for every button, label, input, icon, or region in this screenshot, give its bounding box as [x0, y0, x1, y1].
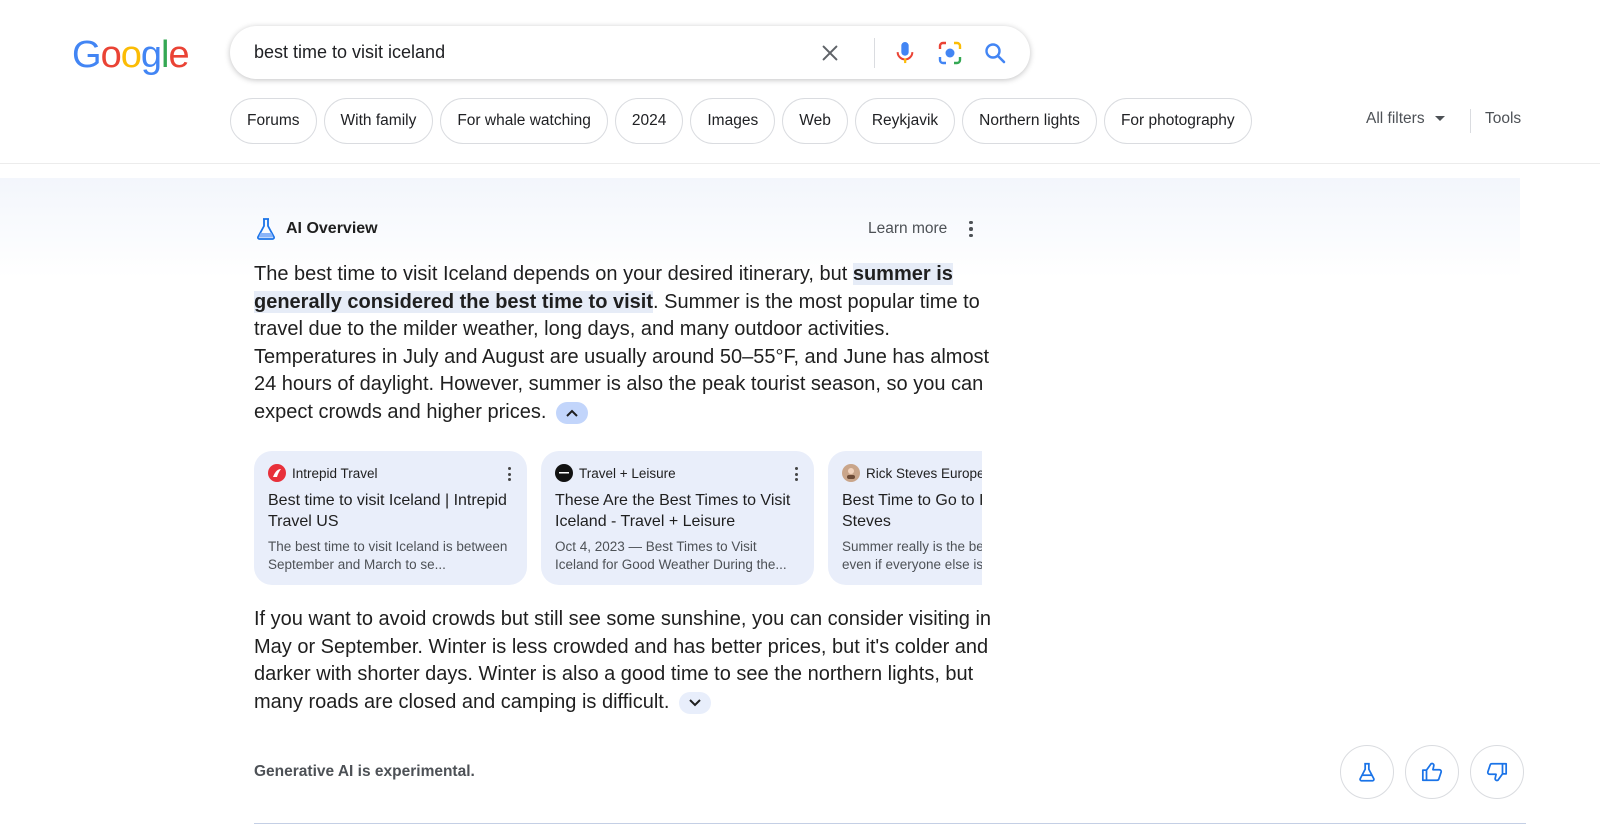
search-icon[interactable]: [980, 38, 1010, 68]
thumbs-up-icon: [1421, 762, 1443, 782]
labs-button[interactable]: [1340, 745, 1394, 799]
close-icon[interactable]: [815, 38, 845, 68]
chevron-down-icon: [689, 698, 701, 706]
search-input[interactable]: best time to visit iceland: [254, 42, 445, 63]
logo-letter: g: [140, 34, 162, 76]
para2-text: If you want to avoid crowds but still se…: [254, 608, 992, 713]
card-snippet: The best time to visit Iceland is betwee…: [268, 539, 508, 572]
thumbs-down-icon: [1486, 762, 1508, 782]
all-filters-label: All filters: [1366, 110, 1425, 127]
logo-letter: G: [72, 34, 102, 76]
card-source-name: Intrepid Travel: [292, 465, 378, 481]
generative-ai-notice: Generative AI is experimental.: [254, 763, 475, 780]
chip-reykjavik[interactable]: Reykjavik: [854, 98, 956, 144]
flask-icon: [257, 218, 275, 240]
source-cards: Intrepid Travel Best time to visit Icela…: [254, 451, 982, 585]
card-source: Rick Steves Europe: [842, 464, 982, 482]
chip-2024[interactable]: 2024: [614, 98, 684, 144]
card-menu-icon[interactable]: [795, 467, 798, 481]
microphone-icon[interactable]: [890, 38, 920, 68]
card-menu-icon[interactable]: [508, 467, 511, 481]
filters-divider: [1470, 109, 1471, 133]
collapse-button[interactable]: [555, 401, 588, 424]
para1-text: The best time to visit Iceland depends o…: [254, 263, 853, 285]
expand-button[interactable]: [678, 691, 711, 714]
chip-whale-watching[interactable]: For whale watching: [440, 98, 608, 144]
lens-icon[interactable]: [935, 38, 965, 68]
logo-letter: o: [120, 34, 142, 76]
card-source: Intrepid Travel: [268, 464, 513, 482]
card-source: Travel + Leisure: [555, 464, 800, 482]
header-divider: [0, 163, 1600, 164]
card-snippet: Oct 4, 2023 — Best Times to Visit Icelan…: [555, 539, 787, 572]
source-card[interactable]: Travel + Leisure These Are the Best Time…: [541, 451, 814, 585]
card-title[interactable]: These Are the Best Times to Visit Icelan…: [555, 490, 800, 532]
logo-letter: e: [168, 34, 189, 76]
rick-steves-favicon: [842, 464, 860, 482]
card-source-name: Travel + Leisure: [579, 465, 676, 481]
chip-with-family[interactable]: With family: [323, 98, 434, 144]
card-title[interactable]: Best Time to Go to Iceland | Rick Steves: [842, 490, 982, 532]
source-card[interactable]: Intrepid Travel Best time to visit Icela…: [254, 451, 527, 585]
flask-icon: [1359, 762, 1375, 782]
chip-photography[interactable]: For photography: [1103, 98, 1252, 144]
intrepid-favicon: [268, 464, 286, 482]
ai-overview-header: AI Overview: [254, 217, 378, 241]
thumbs-up-button[interactable]: [1405, 745, 1459, 799]
all-filters-button[interactable]: All filters: [1366, 110, 1445, 128]
chevron-up-icon: [566, 409, 578, 417]
search-divider: [874, 38, 875, 68]
chip-images[interactable]: Images: [690, 98, 776, 144]
learn-more-link[interactable]: Learn more: [868, 220, 947, 238]
caret-down-icon: [1434, 116, 1445, 121]
logo-letter: o: [100, 34, 122, 76]
source-card[interactable]: Rick Steves Europe Best Time to Go to Ic…: [828, 451, 982, 585]
logo-letter: l: [160, 34, 170, 76]
card-source-name: Rick Steves Europe: [866, 465, 982, 481]
chip-forums[interactable]: Forums: [230, 98, 317, 144]
chip-northern-lights[interactable]: Northern lights: [962, 98, 1097, 144]
thumbs-down-button[interactable]: [1470, 745, 1524, 799]
more-options-icon[interactable]: [964, 218, 978, 240]
ai-overview-paragraph-1: The best time to visit Iceland depends o…: [254, 261, 994, 427]
bottom-divider: [254, 823, 1526, 824]
travel-leisure-favicon: [555, 464, 573, 482]
tools-button[interactable]: Tools: [1485, 110, 1521, 128]
chip-web[interactable]: Web: [782, 98, 848, 144]
filter-chips: Forums With family For whale watching 20…: [230, 98, 1252, 144]
ai-overview-title: AI Overview: [286, 220, 378, 237]
search-box[interactable]: best time to visit iceland: [230, 26, 1030, 79]
google-logo[interactable]: Google: [72, 34, 190, 77]
card-snippet: Summer really is the best time to visit,…: [842, 539, 982, 572]
ai-overview-paragraph-2: If you want to avoid crowds but still se…: [254, 606, 994, 716]
card-title[interactable]: Best time to visit Iceland | Intrepid Tr…: [268, 490, 513, 532]
